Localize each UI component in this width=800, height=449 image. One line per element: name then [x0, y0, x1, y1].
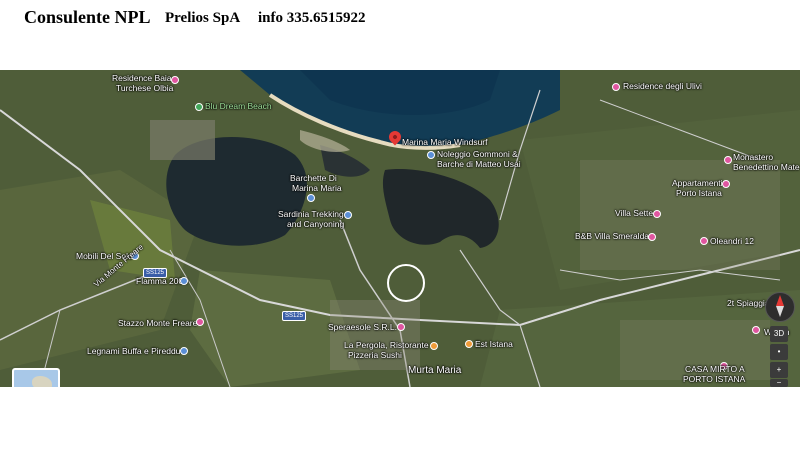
zoom-in-button[interactable]: +	[770, 362, 788, 378]
view-3d-button[interactable]: 3D	[770, 326, 788, 342]
poi-bb-villa-smeralda[interactable]: B&B Villa Smeralda	[575, 231, 649, 241]
location-target-ring	[387, 264, 425, 302]
compass-icon[interactable]	[765, 292, 795, 322]
poi-marina-maria-windsurf[interactable]: Marina Maria Windsurf	[402, 137, 488, 147]
header-spacer	[0, 42, 792, 70]
page-title: Consulente NPL	[24, 7, 151, 27]
poi-barche-di-matteo: Barche di Matteo Usai	[437, 159, 521, 169]
poi-turchese-olbia: Turchese Olbia	[116, 83, 174, 93]
poi-dot-icon	[722, 180, 730, 188]
page-footer	[0, 387, 800, 449]
poi-dot-icon	[724, 156, 732, 164]
poi-appartamenti[interactable]: Appartamenti	[672, 178, 723, 188]
poi-pizzeria-sushi: Pizzeria Sushi	[348, 350, 402, 360]
poi-dot-icon	[180, 347, 188, 355]
poi-dot-icon	[700, 237, 708, 245]
poi-dot-icon	[430, 342, 438, 350]
poi-residence-baia[interactable]: Residence Baia	[112, 73, 172, 83]
poi-sardinia-trekking[interactable]: Sardinia Trekking	[278, 209, 344, 219]
poi-villa-sette[interactable]: Villa Sette	[615, 208, 653, 218]
poi-legnami-buffa[interactable]: Legnami Buffa e Pireddu	[87, 346, 180, 356]
poi-dot-icon	[427, 151, 435, 159]
poi-dot-icon	[195, 103, 203, 111]
page-header: Consulente NPL Prelios SpA info 335.6515…	[0, 0, 800, 42]
contact-info: info 335.6515922	[258, 10, 366, 26]
poi-dot-icon	[397, 323, 405, 331]
poi-stazzo-monte-freare[interactable]: Stazzo Monte Freare	[118, 318, 197, 328]
poi-dot-icon	[180, 277, 188, 285]
zoom-out-button[interactable]: −	[770, 379, 788, 387]
place-murta-maria: Murta Maria	[408, 365, 462, 376]
poi-porto-istana: Porto Istana	[676, 188, 722, 198]
satellite-map[interactable]: Residence Baia Turchese Olbia Blu Dream …	[0, 70, 800, 387]
view-dot-button[interactable]: •	[770, 344, 788, 360]
poi-noleggio-gommoni[interactable]: Noleggio Gommoni &	[437, 149, 518, 159]
poi-dot-icon	[752, 326, 760, 334]
poi-casa-mirto[interactable]: CASA MIRTO A	[685, 364, 745, 374]
poi-marina-maria: Marina Maria	[292, 183, 342, 193]
poi-dot-icon	[196, 318, 204, 326]
minimap-thumbnail[interactable]	[12, 368, 60, 387]
poi-dot-icon	[653, 210, 661, 218]
poi-residence-degli-ulivi[interactable]: Residence degli Ulivi	[623, 81, 702, 91]
poi-benedettino-mate: Benedettino Mate	[733, 162, 800, 172]
poi-dot-icon	[648, 233, 656, 241]
poi-la-pergola[interactable]: La Pergola, Ristorante	[344, 340, 429, 350]
poi-monastero[interactable]: Monastero	[733, 152, 773, 162]
poi-barchette-di[interactable]: Barchette Di	[290, 173, 337, 183]
road-shield-ss125: SS125	[282, 311, 307, 321]
poi-dot-icon	[344, 211, 352, 219]
poi-blu-dream-beach[interactable]: Blu Dream Beach	[205, 101, 272, 111]
poi-dot-icon	[465, 340, 473, 348]
poi-dot-icon	[307, 194, 315, 202]
poi-porto-istana-caps: PORTO ISTANA	[683, 374, 746, 384]
poi-est-istana[interactable]: Est Istana	[475, 339, 513, 349]
poi-oleandri-12[interactable]: Oleandri 12	[710, 236, 754, 246]
poi-dot-icon	[612, 83, 620, 91]
poi-spiaggia[interactable]: 2t Spiaggia	[727, 298, 770, 308]
poi-and-canyoning: and Canyoning	[287, 219, 345, 229]
poi-speraesole[interactable]: Speraesole S.R.L.	[328, 322, 397, 332]
company-name: Prelios SpA	[165, 10, 241, 26]
